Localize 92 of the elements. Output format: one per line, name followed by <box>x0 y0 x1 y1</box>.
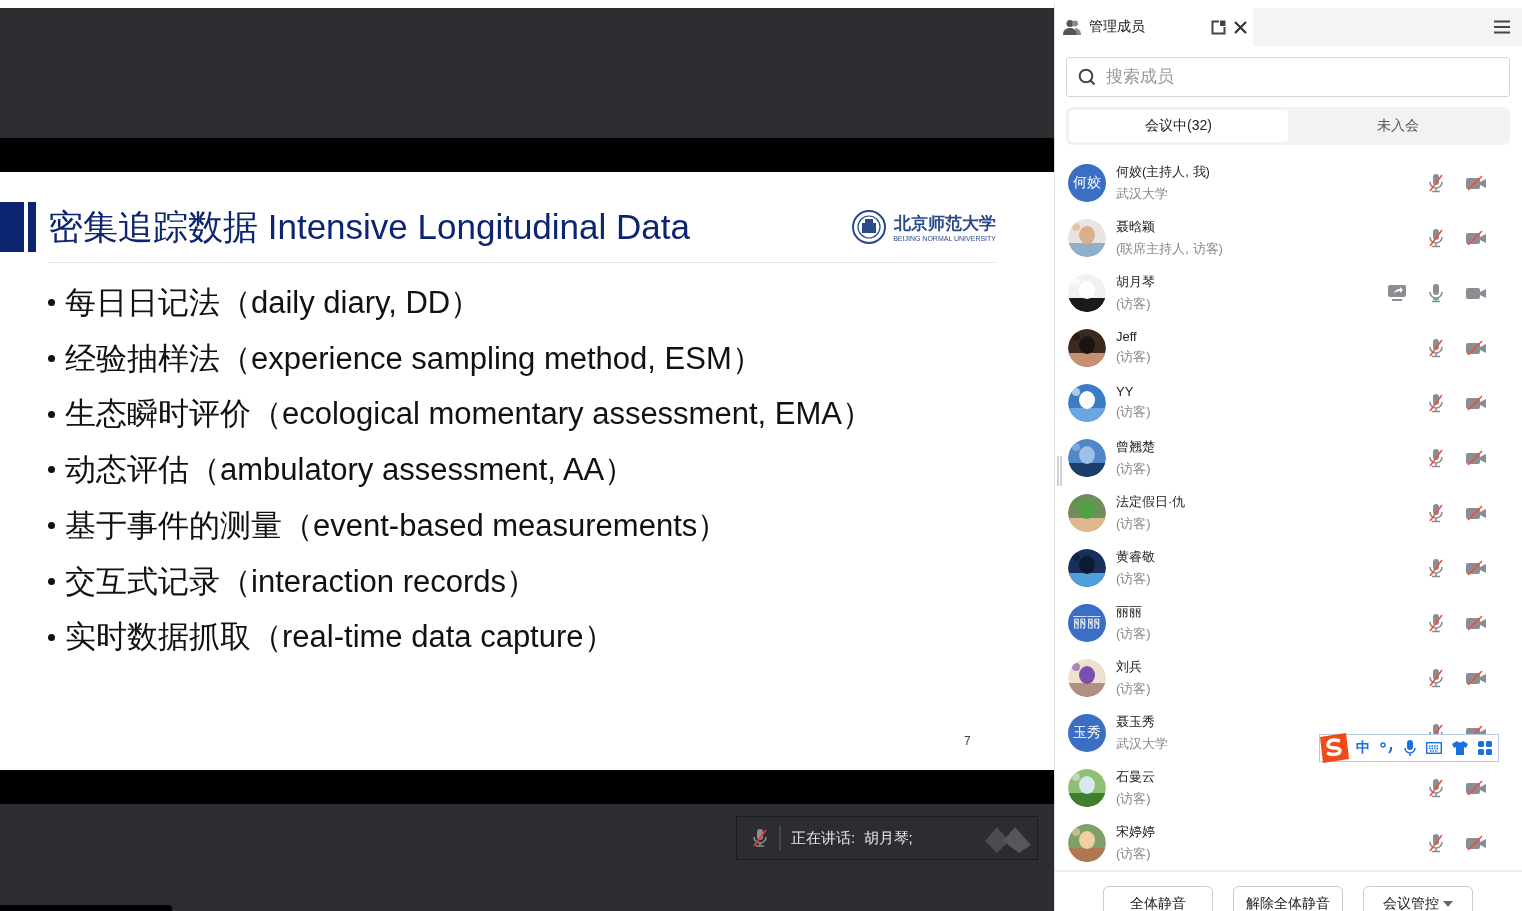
footer-button[interactable]: 会议管控 <box>1363 886 1473 911</box>
bullet-icon <box>48 633 55 641</box>
tab[interactable]: 会议中(32) <box>1069 110 1288 142</box>
bullet-icon <box>48 577 55 585</box>
bullet-point: 交互式记录（interaction records） <box>65 562 537 601</box>
microphone-icon[interactable] <box>1428 832 1444 853</box>
member-name: 黄睿敬 <box>1116 547 1155 566</box>
camera-icon[interactable] <box>1466 834 1486 851</box>
microphone-icon[interactable] <box>1428 502 1444 523</box>
avatar: 何姣 <box>1068 163 1106 202</box>
pop-out-icon[interactable] <box>1211 19 1226 35</box>
title-bar-icon <box>0 202 36 252</box>
member-name: 曾翘楚 <box>1116 437 1155 456</box>
avatar: 丽丽 <box>1068 603 1106 642</box>
member-name: 宋婷婷 <box>1116 822 1155 841</box>
camera-icon[interactable] <box>1466 779 1486 796</box>
bullet-icon <box>48 355 55 363</box>
footer-button[interactable]: 全体静音 <box>1103 886 1213 911</box>
camera-icon[interactable] <box>1466 229 1486 246</box>
member-name: 聂玉秀 <box>1116 712 1156 731</box>
bullet-point: 实时数据抓取（real-time data capture） <box>65 618 615 657</box>
caret-icon <box>1443 901 1453 907</box>
bullet-point: 基于事件的测量（event-based measurements） <box>65 506 729 545</box>
page-number: 7 <box>964 734 971 748</box>
slide-title: 密集追踪数据 Intensive Longitudinal Data <box>48 205 690 248</box>
speaking-label: 正在讲话: 胡月琴; <box>791 828 913 848</box>
panel-title: 管理成员 <box>1089 18 1145 36</box>
microphone-icon[interactable] <box>1428 557 1444 578</box>
bullet-point: 每日日记法（daily diary, DD） <box>65 284 482 322</box>
member-name: 聂晗颖 <box>1116 217 1156 236</box>
search-field[interactable]: 搜索成员 <box>1066 57 1510 97</box>
university-name: 北京师范大学 <box>893 212 996 235</box>
microphone-icon[interactable] <box>1428 447 1444 468</box>
member-role: (访客) <box>1116 679 1151 698</box>
member-name: 丽丽 <box>1116 602 1143 621</box>
avatar: 玉秀 <box>1068 713 1106 752</box>
microphone-icon[interactable] <box>1404 740 1416 756</box>
camera-icon[interactable] <box>1466 394 1486 411</box>
member-role: (访客) <box>1116 459 1152 478</box>
punctuation-icon[interactable] <box>1380 742 1394 754</box>
microphone-icon[interactable] <box>1428 227 1444 248</box>
resize-handle[interactable] <box>1057 456 1062 486</box>
search-icon <box>1078 68 1096 86</box>
member-name: Jeff <box>1116 329 1138 344</box>
member-role: (访客) <box>1116 569 1152 588</box>
member-name: 石曼云 <box>1116 767 1155 786</box>
close-icon[interactable] <box>1234 20 1247 34</box>
microphone-icon[interactable] <box>1428 612 1444 633</box>
tab[interactable]: 未入会 <box>1288 110 1507 142</box>
footer-button[interactable]: 解除全体静音 <box>1233 886 1343 911</box>
camera-icon[interactable] <box>1466 339 1486 356</box>
microphone-icon[interactable] <box>1428 667 1444 688</box>
camera-icon[interactable] <box>1466 174 1486 191</box>
member-role: (访客) <box>1116 294 1152 313</box>
keyboard-icon[interactable] <box>1426 742 1442 754</box>
member-role: 武汉大学 <box>1116 734 1168 753</box>
camera-icon[interactable] <box>1466 614 1486 631</box>
member-role: (访客) <box>1116 514 1152 533</box>
member-name: 法定假日·仇 <box>1116 492 1186 511</box>
member-name: 胡月琴 <box>1116 272 1155 291</box>
shirt-icon[interactable] <box>1452 741 1468 755</box>
bullet-icon <box>48 522 55 530</box>
bullet-icon <box>48 410 55 418</box>
grid-icon[interactable] <box>1478 741 1492 755</box>
member-role: (访客) <box>1116 403 1151 421</box>
microphone-icon[interactable] <box>1428 172 1444 193</box>
bullet-icon <box>48 466 55 474</box>
camera-icon[interactable] <box>1466 559 1486 576</box>
microphone-icon[interactable] <box>1428 777 1444 798</box>
people-icon <box>1063 19 1081 35</box>
input-mode-label[interactable]: 中 <box>1356 739 1370 757</box>
camera-icon[interactable] <box>1466 504 1486 521</box>
member-name: 刘兵 <box>1116 657 1143 676</box>
microphone-icon[interactable] <box>1428 337 1444 358</box>
member-role: (联席主持人, 访客) <box>1116 239 1223 258</box>
microphone-icon[interactable] <box>1428 282 1444 303</box>
microphone-icon[interactable] <box>1428 392 1444 413</box>
member-role: (访客) <box>1116 844 1152 863</box>
bullet-point: 动态评估（ambulatory assessment, AA） <box>65 451 636 490</box>
member-role: 武汉大学 <box>1116 184 1169 203</box>
member-role: (访客) <box>1116 624 1151 643</box>
bullet-point: 经验抽样法（experience sampling method, ESM） <box>65 339 763 378</box>
university-seal-icon <box>851 209 888 245</box>
member-role: (访客) <box>1116 789 1152 808</box>
camera-icon[interactable] <box>1466 669 1486 686</box>
bullet-icon <box>48 299 55 307</box>
member-role: (访客) <box>1116 348 1151 366</box>
member-name: 何姣(主持人, 我) <box>1116 162 1210 181</box>
menu-icon[interactable] <box>1494 20 1510 34</box>
bullet-point: 生态瞬时评价（ecological momentary assessment, EMA） <box>65 395 873 434</box>
camera-icon[interactable] <box>1466 449 1486 466</box>
member-name: YY <box>1116 384 1135 399</box>
